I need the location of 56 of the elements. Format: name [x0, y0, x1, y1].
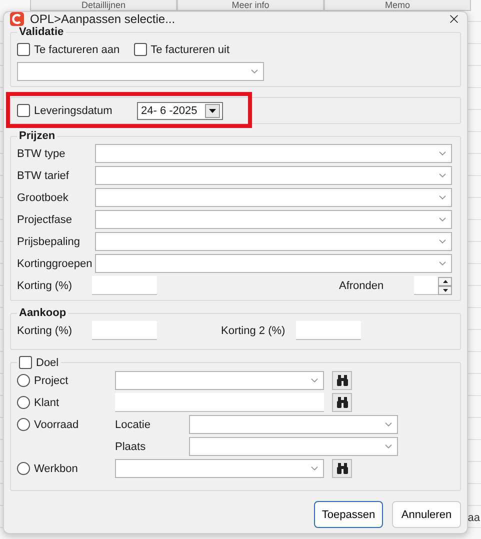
dropdown[interactable] — [95, 188, 452, 207]
background-text: aa — [468, 512, 480, 524]
dropdown[interactable] — [115, 371, 324, 390]
binoculars-icon — [336, 463, 348, 474]
checkbox[interactable]: Leveringsdatum — [17, 104, 129, 117]
binoculars-icon — [336, 397, 348, 408]
input-field[interactable] — [92, 321, 157, 340]
input-field[interactable] — [115, 393, 324, 412]
radio-option[interactable]: Project — [17, 374, 107, 387]
binoculars-icon — [336, 375, 348, 386]
window-title: OPL>Aanpassen selectie... — [30, 12, 176, 26]
field-label: Prijsbepaling — [17, 236, 81, 248]
field-label: Korting (%) — [17, 280, 74, 292]
field-label: Plaats — [115, 440, 147, 452]
caret-icon — [442, 280, 448, 282]
checkbox[interactable]: Te factureren uit — [134, 43, 230, 56]
number-field[interactable] — [414, 276, 438, 295]
close-icon[interactable] — [447, 12, 461, 26]
dialog-button[interactable]: Annuleren — [392, 501, 461, 528]
background-tab[interactable]: Detaillijnen — [30, 0, 177, 11]
field-label: Afronden — [339, 280, 385, 292]
field-label: Projectfase — [17, 214, 74, 226]
search-button[interactable] — [332, 459, 352, 478]
group-title: Validatie — [18, 26, 65, 38]
caret-icon — [442, 288, 448, 292]
radio-option[interactable]: Voorraad — [17, 418, 107, 431]
radio-option[interactable]: Klant — [17, 396, 107, 409]
field-label: Grootboek — [17, 192, 70, 204]
background-tab[interactable]: Meer info — [177, 0, 324, 11]
field-label: BTW tarief — [17, 170, 70, 182]
dropdown[interactable] — [95, 232, 452, 251]
checkbox[interactable]: Te factureren aan — [17, 43, 120, 56]
field-label: Korting (%) — [17, 324, 74, 336]
input-field[interactable] — [296, 321, 361, 340]
background-tab[interactable]: Memo — [324, 0, 471, 11]
logo-icon — [10, 12, 24, 26]
date-picker[interactable]: 24- 6 -2025 — [137, 102, 223, 120]
spin-up-button[interactable] — [438, 276, 452, 286]
field-label: BTW type — [17, 148, 66, 160]
dropdown[interactable] — [115, 459, 324, 478]
field-label: Korting 2 (%) — [221, 324, 286, 336]
dialog-button[interactable]: Toepassen — [314, 501, 383, 528]
dropdown[interactable] — [17, 62, 264, 81]
checkbox[interactable]: Doel — [19, 356, 59, 369]
field-label: Kortinggroepen — [17, 258, 94, 270]
search-button[interactable] — [332, 371, 352, 390]
dropdown[interactable] — [95, 144, 452, 163]
search-button[interactable] — [332, 393, 352, 412]
field-label: Locatie — [115, 418, 152, 430]
caret-icon — [209, 108, 216, 112]
group-title: Aankoop — [18, 307, 68, 319]
dropdown[interactable] — [95, 166, 452, 185]
input-field[interactable] — [92, 276, 157, 295]
radio-option[interactable]: Werkbon — [17, 462, 107, 475]
group-title: Prijzen — [18, 130, 56, 142]
dropdown[interactable] — [95, 210, 452, 229]
